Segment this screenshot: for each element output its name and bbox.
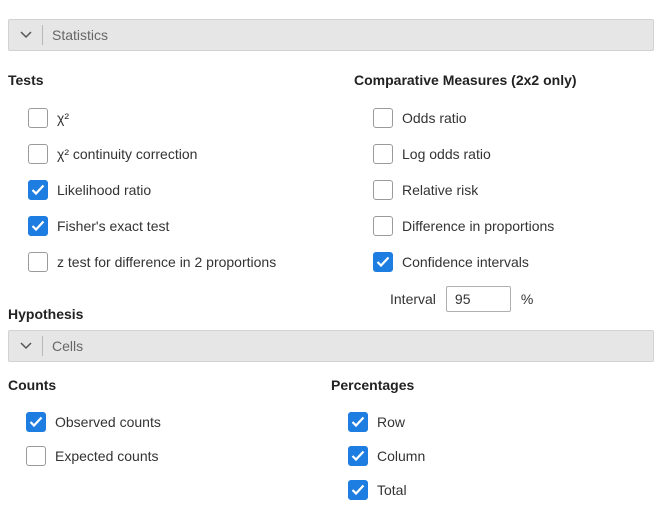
odds-ratio-option[interactable]: Odds ratio [373, 108, 467, 128]
z-test-option[interactable]: z test for difference in 2 proportions [28, 252, 276, 272]
observed-counts-checkbox[interactable] [26, 412, 46, 432]
odds-ratio-label: Odds ratio [402, 110, 467, 126]
confidence-intervals-checkbox[interactable] [373, 252, 393, 272]
confidence-intervals-option[interactable]: Confidence intervals [373, 252, 529, 272]
log-odds-ratio-option[interactable]: Log odds ratio [373, 144, 491, 164]
column-percentage-checkbox[interactable] [348, 446, 368, 466]
likelihood-ratio-option[interactable]: Likelihood ratio [28, 180, 151, 200]
total-percentage-checkbox[interactable] [348, 480, 368, 500]
log-odds-ratio-label: Log odds ratio [402, 146, 491, 162]
hypothesis-heading: Hypothesis [8, 306, 84, 322]
relative-risk-option[interactable]: Relative risk [373, 180, 478, 200]
chi-squared-checkbox[interactable] [28, 108, 48, 128]
percentages-heading: Percentages [331, 377, 415, 393]
log-odds-ratio-checkbox[interactable] [373, 144, 393, 164]
difference-in-proportions-label: Difference in proportions [402, 218, 555, 234]
difference-in-proportions-checkbox[interactable] [373, 216, 393, 236]
fishers-exact-test-option[interactable]: Fisher's exact test [28, 216, 169, 236]
z-test-label: z test for difference in 2 proportions [57, 254, 277, 270]
total-percentage-option[interactable]: Total [348, 480, 407, 500]
expected-counts-label: Expected counts [55, 448, 159, 464]
fishers-exact-test-checkbox[interactable] [28, 216, 48, 236]
cells-panel-title: Cells [52, 338, 84, 354]
interval-unit: % [520, 291, 534, 307]
row-percentage-label: Row [377, 414, 406, 430]
expected-counts-checkbox[interactable] [26, 446, 46, 466]
z-test-checkbox[interactable] [28, 252, 48, 272]
observed-counts-option[interactable]: Observed counts [26, 412, 161, 432]
relative-risk-label: Relative risk [402, 182, 479, 198]
interval-label: Interval [390, 291, 436, 307]
counts-heading: Counts [8, 377, 57, 393]
cells-panel-header[interactable]: Cells [8, 330, 654, 362]
total-percentage-label: Total [377, 482, 407, 498]
chi-squared-continuity-option[interactable]: χ² continuity correction [28, 144, 197, 164]
statistics-panel-header[interactable]: Statistics [8, 19, 654, 51]
chevron-down-icon [9, 25, 43, 45]
chi-squared-continuity-label: χ² continuity correction [57, 146, 198, 162]
likelihood-ratio-label: Likelihood ratio [57, 182, 152, 198]
interval-row: Interval % [390, 286, 533, 312]
comparative-measures-heading: Comparative Measures (2x2 only) [354, 72, 577, 88]
relative-risk-checkbox[interactable] [373, 180, 393, 200]
chevron-down-icon [9, 336, 43, 356]
difference-in-proportions-option[interactable]: Difference in proportions [373, 216, 554, 236]
row-percentage-option[interactable]: Row [348, 412, 405, 432]
statistics-panel-title: Statistics [52, 27, 109, 43]
odds-ratio-checkbox[interactable] [373, 108, 393, 128]
chi-squared-continuity-checkbox[interactable] [28, 144, 48, 164]
expected-counts-option[interactable]: Expected counts [26, 446, 159, 466]
confidence-intervals-label: Confidence intervals [402, 254, 529, 270]
row-percentage-checkbox[interactable] [348, 412, 368, 432]
interval-input[interactable] [445, 286, 511, 312]
chi-squared-option[interactable]: χ² [28, 108, 69, 128]
column-percentage-option[interactable]: Column [348, 446, 425, 466]
observed-counts-label: Observed counts [55, 414, 161, 430]
chi-squared-label: χ² [57, 110, 70, 126]
tests-heading: Tests [8, 72, 44, 88]
column-percentage-label: Column [377, 448, 426, 464]
fishers-exact-test-label: Fisher's exact test [57, 218, 170, 234]
likelihood-ratio-checkbox[interactable] [28, 180, 48, 200]
